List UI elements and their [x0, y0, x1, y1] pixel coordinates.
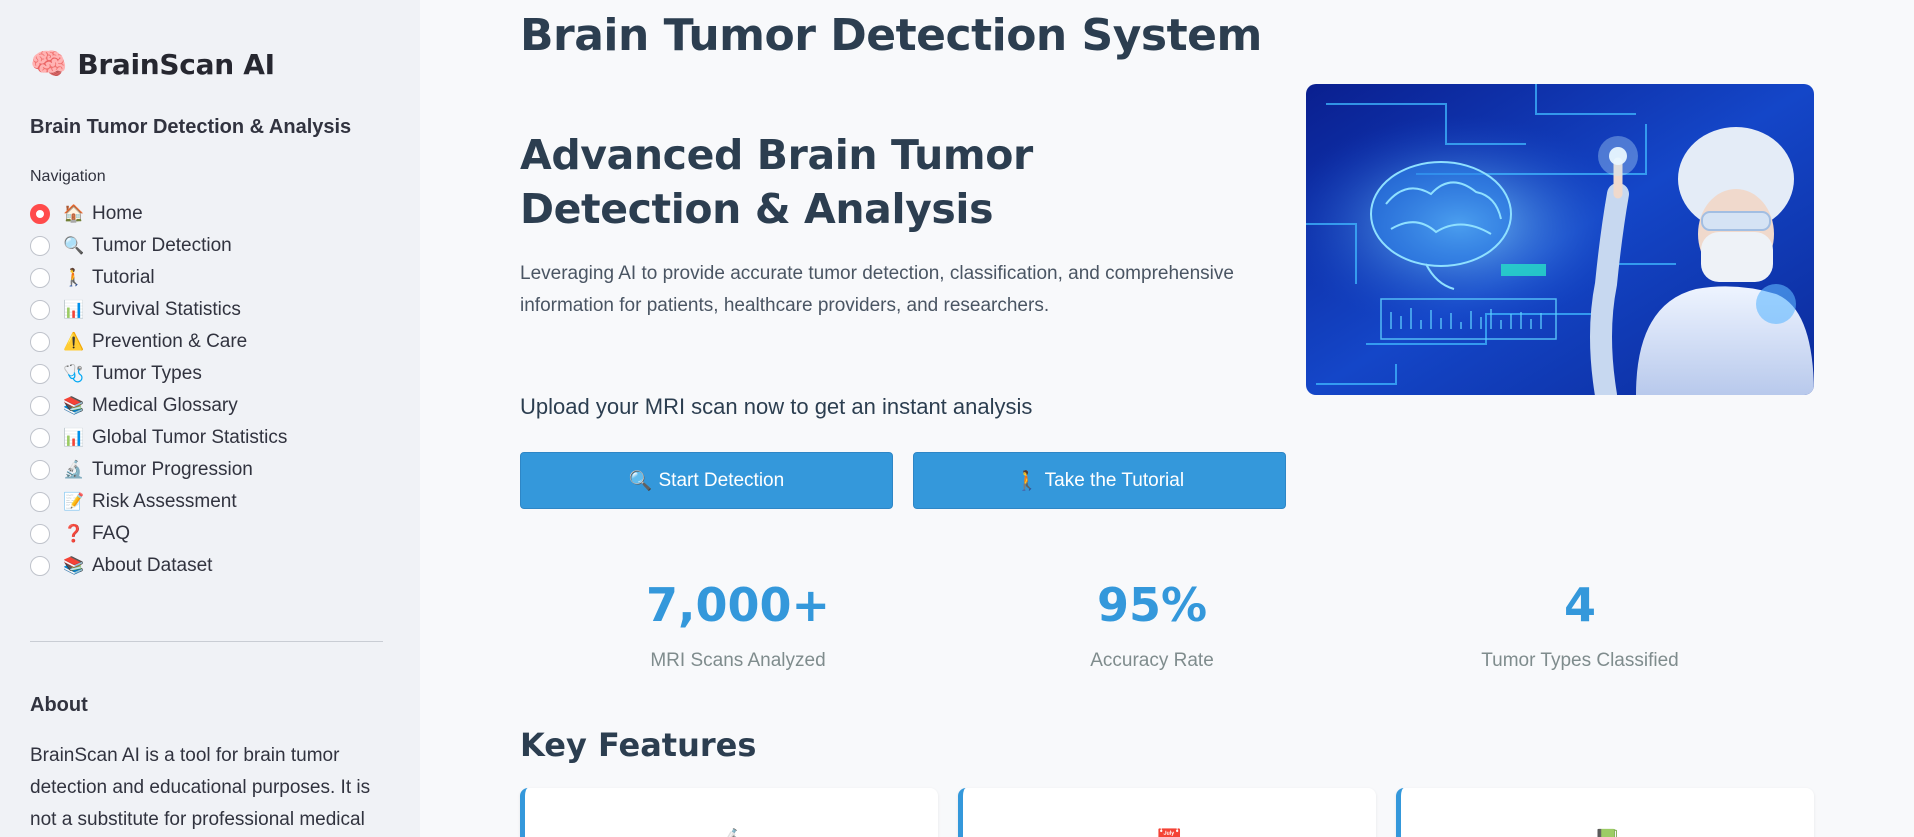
nav-item-label: Tutorial	[92, 267, 155, 288]
feature-card: 🔬	[520, 788, 938, 837]
take-tutorial-button[interactable]: 🚶 Take the Tutorial	[913, 452, 1286, 509]
green-book-icon: 📗	[1594, 828, 1621, 837]
nav-item-label: Tumor Progression	[92, 459, 253, 480]
sidebar-divider	[30, 641, 383, 642]
upload-cta: Upload your MRI scan now to get an insta…	[520, 394, 1033, 419]
brain-icon: 🧠	[30, 47, 68, 81]
button-label: Start Detection	[658, 469, 785, 491]
nav-item-home[interactable]: 🏠 Home	[30, 198, 287, 230]
nav-item-label: FAQ	[92, 523, 131, 544]
radio[interactable]	[30, 396, 50, 416]
radio[interactable]	[30, 524, 50, 544]
home-icon: 🏠	[63, 204, 85, 223]
radio[interactable]	[30, 492, 50, 512]
sidebar: 🧠 BrainScan AI Brain Tumor Detection & A…	[0, 0, 420, 837]
feature-card: 📅	[958, 788, 1376, 837]
nav-item-tumor-detection[interactable]: 🔍 Tumor Detection	[30, 230, 287, 262]
walking-person-icon: 🚶	[1014, 470, 1039, 492]
memo-icon: 📝	[63, 492, 85, 511]
brand-title: BrainScan AI	[77, 48, 275, 81]
nav-item-tutorial[interactable]: 🚶 Tutorial	[30, 262, 287, 294]
magnifier-icon: 🔍	[63, 236, 85, 255]
nav-item-label: Tumor Types	[92, 363, 202, 384]
walking-person-icon: 🚶	[63, 268, 85, 287]
microscope-icon: 🔬	[63, 460, 85, 479]
nav-item-survival-statistics[interactable]: 📊 Survival Statistics	[30, 294, 287, 326]
stat-value: 7,000+	[645, 578, 831, 632]
about-title: About	[30, 694, 88, 716]
nav-item-label: Global Tumor Statistics	[92, 427, 288, 448]
bar-chart-icon: 📊	[63, 300, 85, 319]
radio[interactable]	[30, 300, 50, 320]
stat-value: 4	[1563, 578, 1596, 632]
question-mark-icon: ❓	[63, 524, 85, 543]
stat-mri-scans: 7,000+ MRI Scans Analyzed	[588, 578, 888, 672]
books-icon: 📚	[63, 396, 85, 415]
warning-icon: ⚠️	[63, 332, 85, 351]
calendar-icon: 📅	[1156, 828, 1183, 837]
nav-label: Navigation	[30, 168, 106, 185]
radio[interactable]	[30, 460, 50, 480]
nav-radio-group: 🏠 Home 🔍 Tumor Detection 🚶 Tutorial 📊 Su…	[30, 198, 287, 582]
hero-image	[1306, 84, 1814, 395]
radio-selected[interactable]	[30, 204, 50, 224]
nav-item-label: Prevention & Care	[92, 331, 248, 352]
nav-item-label: About Dataset	[92, 555, 213, 576]
page-title: Brain Tumor Detection System	[520, 10, 1262, 61]
nav-item-label: Medical Glossary	[92, 395, 238, 416]
nav-item-risk-assessment[interactable]: 📝 Risk Assessment	[30, 486, 287, 518]
main-content: Brain Tumor Detection System Advanced Br…	[420, 0, 1914, 837]
start-detection-button[interactable]: 🔍 Start Detection	[520, 452, 893, 509]
stat-tumor-types: 4 Tumor Types Classified	[1430, 578, 1730, 672]
books-icon: 📚	[63, 556, 85, 575]
nav-item-global-tumor-statistics[interactable]: 📊 Global Tumor Statistics	[30, 422, 287, 454]
stat-label: Accuracy Rate	[1090, 650, 1214, 671]
nav-item-prevention-care[interactable]: ⚠️ Prevention & Care	[30, 326, 287, 358]
radio[interactable]	[30, 556, 50, 576]
radio[interactable]	[30, 364, 50, 384]
stat-accuracy: 95% Accuracy Rate	[1002, 578, 1302, 672]
sidebar-subtitle: Brain Tumor Detection & Analysis	[30, 116, 352, 138]
radio[interactable]	[30, 428, 50, 448]
nav-item-medical-glossary[interactable]: 📚 Medical Glossary	[30, 390, 287, 422]
radio[interactable]	[30, 268, 50, 288]
stat-value: 95%	[1096, 578, 1208, 632]
hero-description: Leveraging AI to provide accurate tumor …	[520, 263, 1234, 316]
brand: 🧠 BrainScan AI	[30, 48, 275, 81]
feature-card: 📗	[1396, 788, 1814, 837]
radio[interactable]	[30, 236, 50, 256]
stethoscope-icon: 🩺	[63, 364, 85, 383]
hero-title: Advanced Brain Tumor Detection & Analysi…	[520, 131, 1033, 233]
nav-item-label: Risk Assessment	[92, 491, 237, 512]
microscope-icon: 🔬	[718, 828, 745, 837]
radio[interactable]	[30, 332, 50, 352]
nav-item-label: Home	[92, 203, 143, 224]
nav-item-about-dataset[interactable]: 📚 About Dataset	[30, 550, 287, 582]
key-features-title: Key Features	[520, 726, 757, 764]
nav-item-label: Tumor Detection	[92, 235, 232, 256]
nav-item-faq[interactable]: ❓ FAQ	[30, 518, 287, 550]
about-text: BrainScan AI is a tool for brain tumor d…	[30, 745, 371, 830]
magnifier-icon: 🔍	[628, 470, 653, 492]
nav-item-tumor-progression[interactable]: 🔬 Tumor Progression	[30, 454, 287, 486]
nav-item-tumor-types[interactable]: 🩺 Tumor Types	[30, 358, 287, 390]
bar-chart-icon: 📊	[63, 428, 85, 447]
nav-item-label: Survival Statistics	[92, 299, 241, 320]
stat-label: Tumor Types Classified	[1481, 650, 1679, 671]
stat-label: MRI Scans Analyzed	[650, 650, 826, 671]
button-label: Take the Tutorial	[1044, 469, 1185, 491]
